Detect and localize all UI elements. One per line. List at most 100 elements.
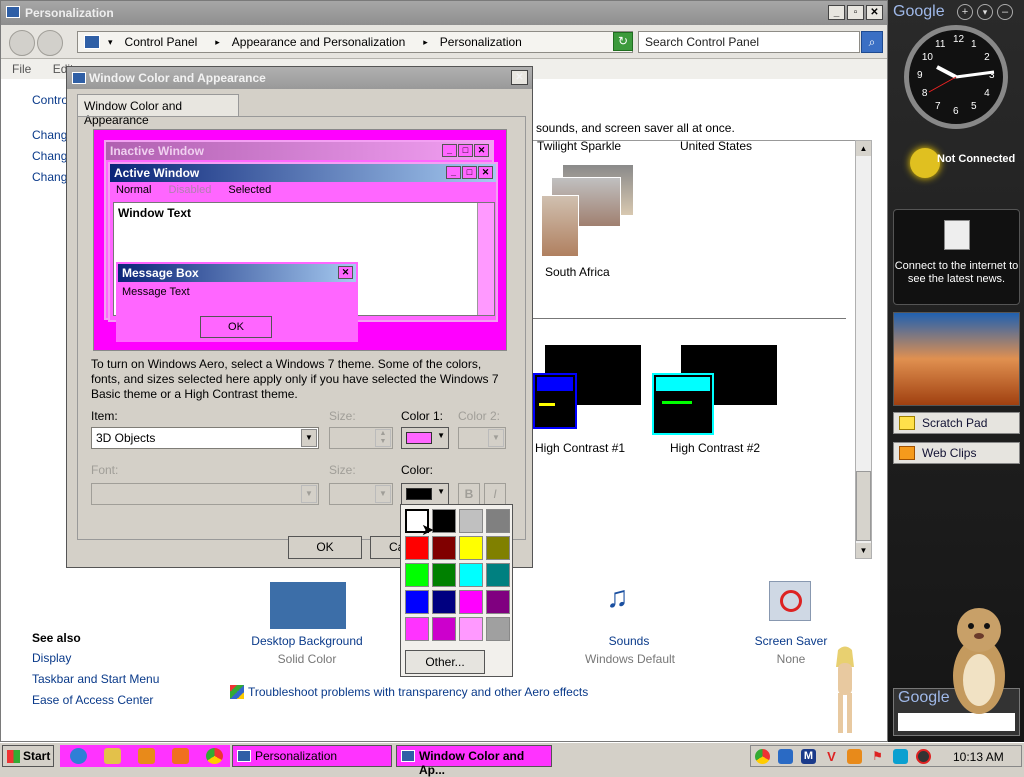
preview-message-box[interactable]: Message Box ✕ Message Text OK — [116, 262, 358, 342]
sounds-icon[interactable]: ♫ — [606, 581, 629, 615]
minimize-button[interactable]: _ — [828, 5, 845, 20]
breadcrumb-control-panel[interactable]: Control Panel — [125, 35, 198, 49]
color-swatch[interactable] — [459, 563, 483, 587]
color-swatch[interactable] — [432, 563, 456, 587]
breadcrumb-appearance[interactable]: Appearance and Personalization — [232, 35, 405, 49]
back-button[interactable] — [9, 30, 35, 56]
color-swatch[interactable] — [405, 590, 429, 614]
flag-icon[interactable]: ⚑ — [870, 749, 885, 764]
start-button[interactable]: Start — [2, 745, 54, 767]
desktop-background-link[interactable]: Desktop Background — [247, 634, 367, 648]
theme-thumbnail[interactable] — [533, 373, 577, 429]
folder-icon[interactable] — [104, 748, 121, 764]
news-gadget[interactable]: Connect to the internet to see the lates… — [893, 209, 1020, 305]
address-bar[interactable]: ▾ Control Panel ▸ Appearance and Persona… — [77, 31, 633, 53]
color-swatch[interactable] — [486, 563, 510, 587]
menu-selected[interactable]: Selected — [228, 184, 272, 196]
preview-menu[interactable]: Normal Disabled Selected — [110, 182, 496, 200]
color-swatch[interactable] — [486, 536, 510, 560]
close-button[interactable]: ✕ — [866, 5, 883, 20]
ok-button[interactable]: OK — [288, 536, 362, 559]
antivirus-icon[interactable]: V — [824, 749, 839, 764]
see-also-display[interactable]: Display — [32, 651, 71, 665]
network-icon[interactable] — [893, 749, 908, 764]
menu-icon[interactable]: ▾ — [977, 4, 993, 20]
color-swatch[interactable] — [459, 590, 483, 614]
search-icon[interactable]: ⌕ — [861, 31, 883, 53]
google-logo[interactable]: Google — [893, 3, 945, 21]
minimize-icon[interactable]: – — [997, 4, 1013, 20]
task-window-color[interactable]: Window Color and Ap... — [396, 745, 552, 777]
color-swatch[interactable] — [486, 590, 510, 614]
preview-scrollbar[interactable] — [477, 203, 494, 315]
scroll-up-icon[interactable]: ▲ — [856, 141, 871, 156]
taskbar-clock[interactable]: 10:13 AM — [953, 750, 1004, 764]
cancel-button[interactable]: Ca — [370, 536, 404, 559]
theme-south-africa[interactable]: South Africa — [545, 265, 610, 279]
color-swatch[interactable] — [486, 617, 510, 641]
menu-normal[interactable]: Normal — [116, 184, 151, 196]
font-select[interactable]: ▼ — [91, 483, 319, 505]
tab-window-color-appearance[interactable]: Window Color and Appearance — [77, 94, 239, 127]
bold-button[interactable]: B — [458, 483, 480, 505]
search-tray-icon[interactable] — [847, 749, 862, 764]
task-personalization[interactable]: Personalization — [232, 745, 392, 767]
theme-scrollbar[interactable]: ▲ ▼ — [855, 140, 872, 559]
volume-icon[interactable] — [916, 749, 931, 764]
menu-file[interactable]: File — [12, 62, 31, 76]
sounds-link[interactable]: Sounds — [581, 634, 677, 648]
theme-thumbnail[interactable] — [652, 373, 714, 435]
m-icon[interactable]: M — [801, 749, 816, 764]
troubleshoot-link[interactable]: Troubleshoot problems with transparency … — [248, 685, 588, 699]
appearance-preview[interactable]: Inactive Window _ □ ✕ Active Window _ □ ✕ No… — [93, 129, 507, 351]
theme-high-contrast-2[interactable]: High Contrast #2 — [670, 441, 760, 455]
theme-united-states[interactable]: United States — [680, 139, 752, 153]
preview-ok-button[interactable]: OK — [200, 316, 272, 338]
screen-saver-icon[interactable] — [769, 581, 811, 621]
refresh-icon[interactable]: ↻ — [613, 32, 633, 51]
color1-button[interactable]: ▼ — [401, 427, 449, 449]
font-size-select[interactable]: ▼ — [329, 483, 393, 505]
menu-disabled[interactable]: Disabled — [169, 184, 212, 196]
media-player-icon[interactable] — [138, 748, 155, 764]
chrome-tray-icon[interactable] — [755, 749, 770, 764]
breadcrumb-personalization[interactable]: Personalization — [440, 35, 522, 49]
search-input[interactable]: Search Control Panel — [638, 31, 860, 53]
color-swatch[interactable] — [405, 617, 429, 641]
font-color-button[interactable]: ▼ — [401, 483, 449, 505]
color-swatch[interactable] — [486, 509, 510, 533]
internet-explorer-icon[interactable] — [70, 748, 87, 764]
color-swatch[interactable] — [432, 617, 456, 641]
chrome-icon[interactable] — [206, 748, 223, 764]
item-select[interactable]: 3D Objects ▼ — [91, 427, 319, 449]
italic-button[interactable]: I — [484, 483, 506, 505]
size-stepper[interactable]: ▲ ▼ — [329, 427, 393, 449]
scratch-pad-gadget[interactable]: Scratch Pad — [893, 412, 1020, 434]
color-swatch[interactable] — [432, 590, 456, 614]
forward-button[interactable] — [37, 30, 63, 56]
scroll-down-icon[interactable]: ▼ — [856, 543, 871, 558]
color-swatch[interactable] — [405, 563, 429, 587]
scroll-thumb[interactable] — [856, 471, 871, 541]
theme-high-contrast-1[interactable]: High Contrast #1 — [535, 441, 625, 455]
maximize-button[interactable]: ▫ — [847, 5, 864, 20]
color-swatch[interactable] — [459, 617, 483, 641]
desktop-background-swatch[interactable] — [270, 582, 346, 629]
add-gadget-icon[interactable]: + — [957, 4, 973, 20]
clock-gadget[interactable]: 12 1 2 3 4 5 6 7 8 9 10 11 — [904, 25, 1008, 129]
color-swatch[interactable] — [459, 536, 483, 560]
other-colors-button[interactable]: Other... — [405, 650, 485, 674]
see-also-taskbar[interactable]: Taskbar and Start Menu — [32, 672, 159, 686]
screen-saver-link[interactable]: Screen Saver — [746, 634, 836, 648]
color-swatch[interactable] — [432, 536, 456, 560]
web-clips-gadget[interactable]: Web Clips — [893, 442, 1020, 464]
color2-button[interactable]: ▼ — [458, 427, 506, 449]
slideshow-gadget[interactable] — [893, 312, 1020, 406]
theme-thumbnail[interactable] — [541, 195, 579, 257]
dialog-close-button[interactable]: ✕ — [511, 70, 528, 85]
app-icon[interactable] — [172, 748, 189, 764]
color-swatch[interactable] — [432, 509, 456, 533]
left-link-control[interactable]: Control — [32, 93, 71, 107]
see-also-ease-of-access[interactable]: Ease of Access Center — [32, 693, 153, 707]
theme-twilight-sparkle[interactable]: Twilight Sparkle — [537, 139, 621, 153]
